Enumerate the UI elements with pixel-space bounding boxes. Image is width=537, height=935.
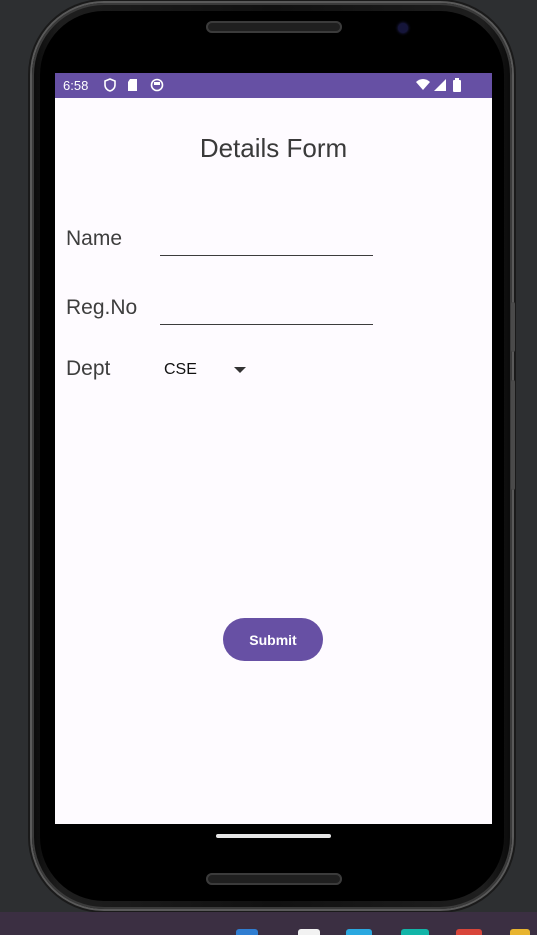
- taskbar-app-icon[interactable]: [510, 929, 530, 935]
- battery-icon: [452, 78, 466, 92]
- circle-face-icon: [150, 78, 164, 92]
- submit-button[interactable]: Submit: [223, 618, 323, 661]
- taskbar-app-icon[interactable]: [401, 929, 429, 935]
- name-input[interactable]: [160, 223, 373, 256]
- power-button[interactable]: [511, 380, 515, 490]
- name-label: Name: [66, 227, 123, 250]
- regno-label: Reg.No: [66, 296, 138, 319]
- bottom-speaker: [206, 873, 342, 885]
- cell-signal-icon: [433, 78, 447, 92]
- taskbar-app-icon[interactable]: [236, 929, 258, 935]
- navigation-bar: [55, 824, 492, 851]
- front-camera: [398, 23, 408, 33]
- status-bar: 6:58: [55, 73, 492, 98]
- dropdown-arrow-icon: [234, 367, 246, 373]
- form-title: Details Form: [199, 133, 348, 163]
- top-speaker: [206, 21, 342, 33]
- app-screen: 6:58 Details Form Name Reg.No Dept CSE S…: [55, 73, 492, 824]
- dept-label: Dept: [66, 357, 111, 380]
- taskbar-app-icon[interactable]: [456, 929, 482, 935]
- shield-icon: [103, 78, 117, 92]
- home-gesture-handle[interactable]: [216, 834, 331, 838]
- dept-dropdown[interactable]: CSE: [160, 355, 260, 385]
- wifi-icon: [415, 78, 430, 92]
- sd-card-icon: [126, 78, 140, 92]
- status-time: 6:58: [63, 78, 89, 93]
- taskbar-app-icon[interactable]: [346, 929, 372, 935]
- dept-selected-value: CSE: [164, 361, 197, 378]
- host-taskbar: [0, 912, 537, 935]
- emulator-stage: 6:58 Details Form Name Reg.No Dept CSE S…: [0, 0, 537, 935]
- taskbar-app-icon[interactable]: [298, 929, 320, 935]
- regno-input[interactable]: [160, 292, 373, 325]
- volume-button[interactable]: [511, 302, 515, 352]
